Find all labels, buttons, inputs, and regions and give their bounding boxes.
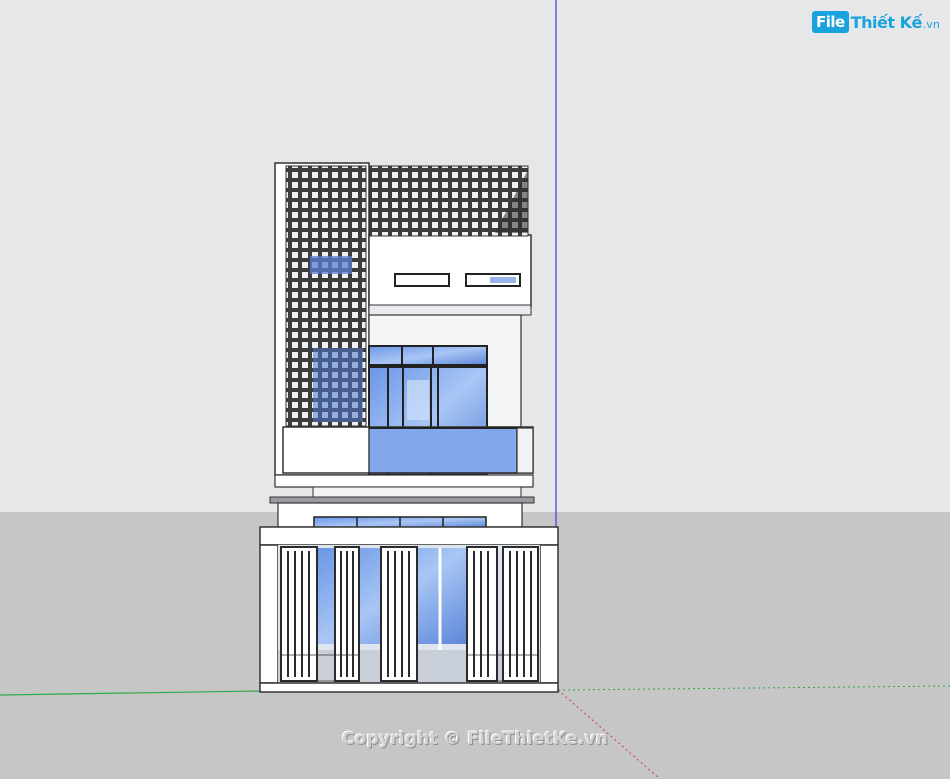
- model-scene[interactable]: [0, 0, 950, 779]
- floor-band: [274, 474, 534, 488]
- balcony-edge: [516, 427, 534, 474]
- slot-window-1: [394, 273, 450, 287]
- balcony-glass-railing: [368, 427, 518, 474]
- ground-floor-frame: [259, 526, 559, 546]
- filethietke-logo: File Thiết Kế .vn: [812, 11, 940, 33]
- plinth: [259, 682, 559, 693]
- ground-floor-left-col: [259, 544, 279, 684]
- upper-box-slab: [368, 304, 532, 316]
- ground-floor-right-col: [539, 544, 559, 684]
- sketchup-viewport[interactable]: File Thiết Kế .vn Copyright © FileThietK…: [0, 0, 950, 779]
- logo-name: Thiết Kế: [850, 12, 923, 32]
- copyright-watermark: Copyright © FileThietKe.vn: [341, 729, 609, 749]
- floor-band-2: [312, 486, 522, 498]
- window-behind-lattice-1: [310, 256, 352, 274]
- logo-domain: .vn: [922, 17, 940, 31]
- window-behind-lattice-2: [313, 348, 363, 422]
- slot-window-2-glass: [490, 277, 516, 283]
- logo-box: File: [812, 11, 849, 33]
- transom-windows: [368, 345, 488, 366]
- cornice-line: [269, 496, 535, 504]
- upper-box: [368, 234, 532, 308]
- door-interior-light: [407, 380, 429, 420]
